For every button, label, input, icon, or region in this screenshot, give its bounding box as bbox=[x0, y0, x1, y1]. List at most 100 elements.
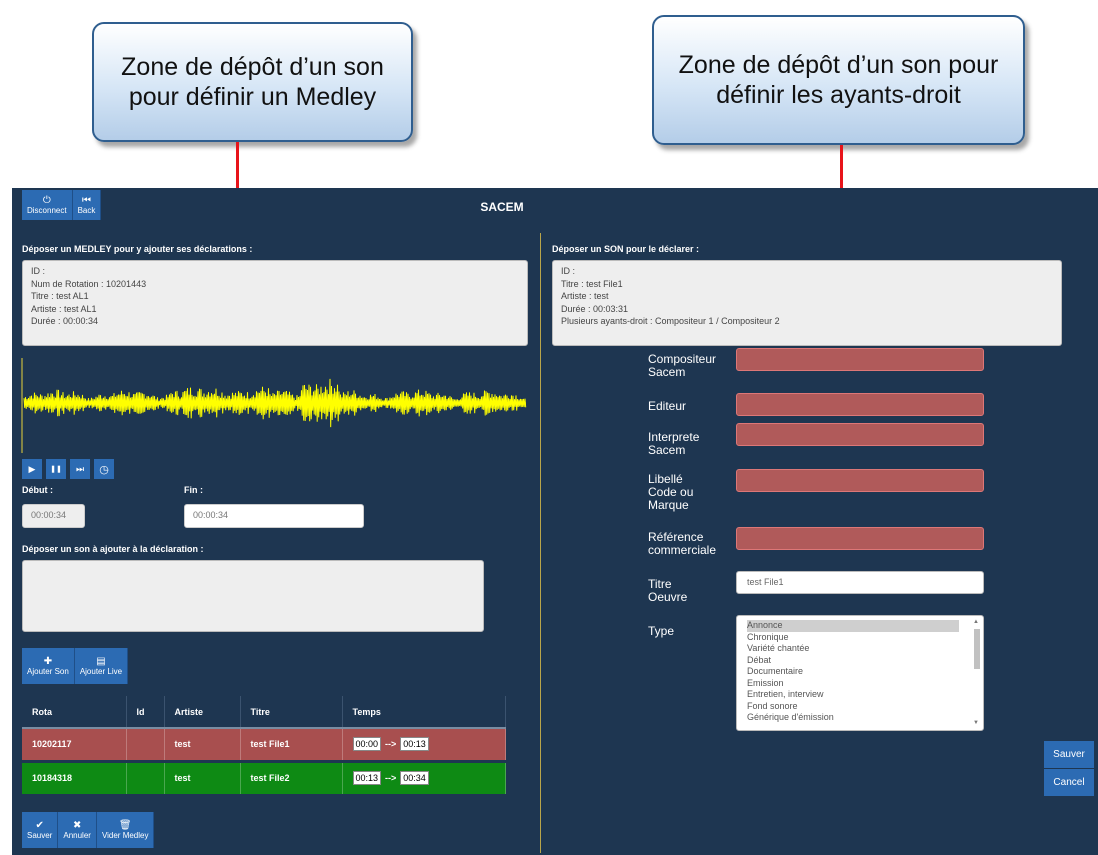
medley-actions-toolbar: ✔ Sauver ✖ Annuler 🗑 Vider Medley bbox=[22, 812, 155, 848]
column-header-rota[interactable]: Rota bbox=[22, 696, 127, 729]
type-option[interactable]: Générique d'émission bbox=[747, 712, 983, 724]
type-label: Type bbox=[648, 624, 675, 638]
sacem-app-window: ⏻ Disconnect ⏮ Back SACEM Déposer un MED… bbox=[12, 188, 1098, 855]
back-label: Back bbox=[77, 206, 96, 215]
son-info-line: ID : bbox=[561, 266, 576, 276]
column-header-id[interactable]: Id bbox=[126, 696, 165, 729]
check-icon: ✔ bbox=[35, 820, 44, 831]
compositeur-field[interactable] bbox=[736, 348, 984, 371]
vider-medley-button[interactable]: 🗑 Vider Medley bbox=[96, 812, 155, 848]
editeur-field[interactable] bbox=[736, 393, 984, 416]
start-time-input[interactable]: 00:13 bbox=[352, 771, 382, 786]
column-header-artiste[interactable]: Artiste bbox=[164, 696, 241, 729]
player-controls: ▶ ❚❚ ⏭ ◷ bbox=[22, 459, 114, 479]
medley-info-line: Num de Rotation : 10201443 bbox=[31, 278, 147, 289]
cell-id bbox=[126, 728, 165, 761]
type-listbox-scrollbar[interactable]: ▲ ▼ bbox=[973, 619, 981, 727]
annuler-label: Annuler bbox=[63, 831, 91, 840]
son-info-line: Durée : 00:03:31 bbox=[561, 303, 629, 314]
pause-button[interactable]: ❚❚ bbox=[46, 459, 66, 479]
fin-field[interactable]: 00:00:34 bbox=[184, 504, 364, 528]
table-row[interactable]: 10184318 test test File2 00:13 --> 00:34 bbox=[22, 761, 506, 794]
power-icon: ⏻ bbox=[42, 195, 51, 206]
type-option[interactable]: Débat bbox=[747, 655, 983, 667]
scrollbar-thumb[interactable] bbox=[974, 629, 980, 669]
waveform[interactable] bbox=[20, 353, 530, 458]
end-time-input[interactable]: 00:34 bbox=[400, 771, 429, 786]
cell-temps: 00:13 --> 00:34 bbox=[342, 761, 506, 794]
app-title: SACEM bbox=[480, 200, 524, 214]
pause-icon: ❚❚ bbox=[50, 466, 62, 473]
son-drop-zone[interactable]: ID : Titre : test File1 Artiste : test D… bbox=[552, 260, 1062, 346]
annuler-button[interactable]: ✖ Annuler bbox=[58, 812, 97, 848]
sauver-button[interactable]: Sauver bbox=[1044, 741, 1094, 768]
son-section-label: Déposer un SON pour le déclarer : bbox=[552, 244, 700, 254]
medley-drop-zone[interactable]: ID : Num de Rotation : 10201443 Titre : … bbox=[22, 260, 528, 346]
type-option[interactable]: Fond sonore bbox=[747, 701, 983, 713]
reference-field[interactable] bbox=[736, 527, 984, 550]
scroll-up-icon[interactable]: ▲ bbox=[973, 617, 979, 629]
son-info-line: Titre : test File1 bbox=[561, 278, 623, 289]
end-time-input[interactable]: 00:13 bbox=[400, 737, 429, 752]
back-button[interactable]: ⏮ Back bbox=[72, 190, 102, 220]
cell-rota: 10184318 bbox=[22, 761, 127, 794]
play-button[interactable]: ▶ bbox=[22, 459, 42, 479]
cell-temps: 00:00 --> 00:13 bbox=[342, 728, 506, 761]
type-option[interactable]: Documentaire bbox=[747, 666, 983, 678]
type-option[interactable]: Entretien, interview bbox=[747, 689, 983, 701]
medley-section-label: Déposer un MEDLEY pour y ajouter ses déc… bbox=[22, 244, 253, 254]
x-icon: ✖ bbox=[72, 820, 82, 831]
libelle-field[interactable] bbox=[736, 469, 984, 492]
disconnect-button[interactable]: ⏻ Disconnect bbox=[22, 190, 73, 220]
type-option[interactable]: Annonce bbox=[747, 620, 959, 632]
type-option[interactable]: Emission bbox=[747, 678, 983, 690]
play-icon: ▶ bbox=[28, 463, 36, 474]
clock-button[interactable]: ◷ bbox=[94, 459, 114, 479]
step-forward-button[interactable]: ⏭ bbox=[70, 459, 90, 479]
ajout-toolbar: ✚ Ajouter Son ▤ Ajouter Live bbox=[22, 648, 129, 684]
debut-label: Début : bbox=[22, 485, 53, 495]
step-forward-icon: ⏭ bbox=[75, 463, 85, 474]
debut-field[interactable]: 00:00:34 bbox=[22, 504, 85, 528]
titre-oeuvre-label: Titre Oeuvre bbox=[648, 577, 688, 604]
panel-divider bbox=[540, 233, 541, 853]
disconnect-label: Disconnect bbox=[27, 206, 67, 215]
medley-info-line: Artiste : test AL1 bbox=[31, 303, 97, 314]
cell-artiste: test bbox=[164, 761, 241, 794]
reference-label: Référence commerciale bbox=[648, 530, 717, 557]
cancel-button[interactable]: Cancel bbox=[1044, 769, 1094, 796]
cell-titre: test File2 bbox=[240, 761, 343, 794]
medley-table: Rota Id Artiste Titre Temps 10202117 tes… bbox=[22, 696, 506, 794]
table-row[interactable]: 10202117 test test File1 00:00 --> 00:13 bbox=[22, 728, 506, 761]
type-option[interactable]: Chronique bbox=[747, 632, 983, 644]
son-info-line: Plusieurs ayants-droit : Compositeur 1 /… bbox=[561, 316, 780, 326]
cell-titre: test File1 bbox=[240, 728, 343, 761]
type-option[interactable]: Variété chantée bbox=[747, 643, 983, 655]
medley-info-line: Durée : 00:00:34 bbox=[31, 316, 99, 326]
ajouter-son-button[interactable]: ✚ Ajouter Son bbox=[22, 648, 75, 684]
waveform-trace bbox=[23, 378, 527, 428]
skip-back-icon: ⏮ bbox=[81, 195, 91, 206]
ajouter-live-label: Ajouter Live bbox=[79, 667, 123, 676]
medley-info-line: Titre : test AL1 bbox=[31, 291, 89, 301]
start-time-input[interactable]: 00:00 bbox=[352, 737, 382, 752]
interprete-field[interactable] bbox=[736, 423, 984, 446]
callout-ayants-droit: Zone de dépôt d’un son pour définir les … bbox=[652, 15, 1025, 145]
time-arrow: --> bbox=[385, 773, 397, 784]
trash-icon: 🗑 bbox=[118, 820, 132, 831]
ajout-drop-zone[interactable] bbox=[22, 560, 484, 632]
interprete-label: Interprete Sacem bbox=[648, 430, 700, 457]
ajouter-live-button[interactable]: ▤ Ajouter Live bbox=[74, 648, 129, 684]
ajouter-son-label: Ajouter Son bbox=[27, 667, 69, 676]
editeur-label: Editeur bbox=[648, 399, 687, 413]
cell-artiste: test bbox=[164, 728, 241, 761]
column-header-titre[interactable]: Titre bbox=[240, 696, 343, 729]
callout-medley: Zone de dépôt d’un son pour définir un M… bbox=[92, 22, 413, 142]
type-listbox[interactable]: Annonce Chronique Variété chantée Débat … bbox=[736, 615, 984, 731]
list-icon: ▤ bbox=[96, 656, 106, 667]
column-header-temps[interactable]: Temps bbox=[342, 696, 506, 729]
time-arrow: --> bbox=[385, 739, 397, 750]
titre-oeuvre-input[interactable]: test File1 bbox=[736, 571, 984, 594]
sauver-medley-button[interactable]: ✔ Sauver bbox=[22, 812, 59, 848]
scroll-down-icon[interactable]: ▼ bbox=[973, 718, 979, 730]
